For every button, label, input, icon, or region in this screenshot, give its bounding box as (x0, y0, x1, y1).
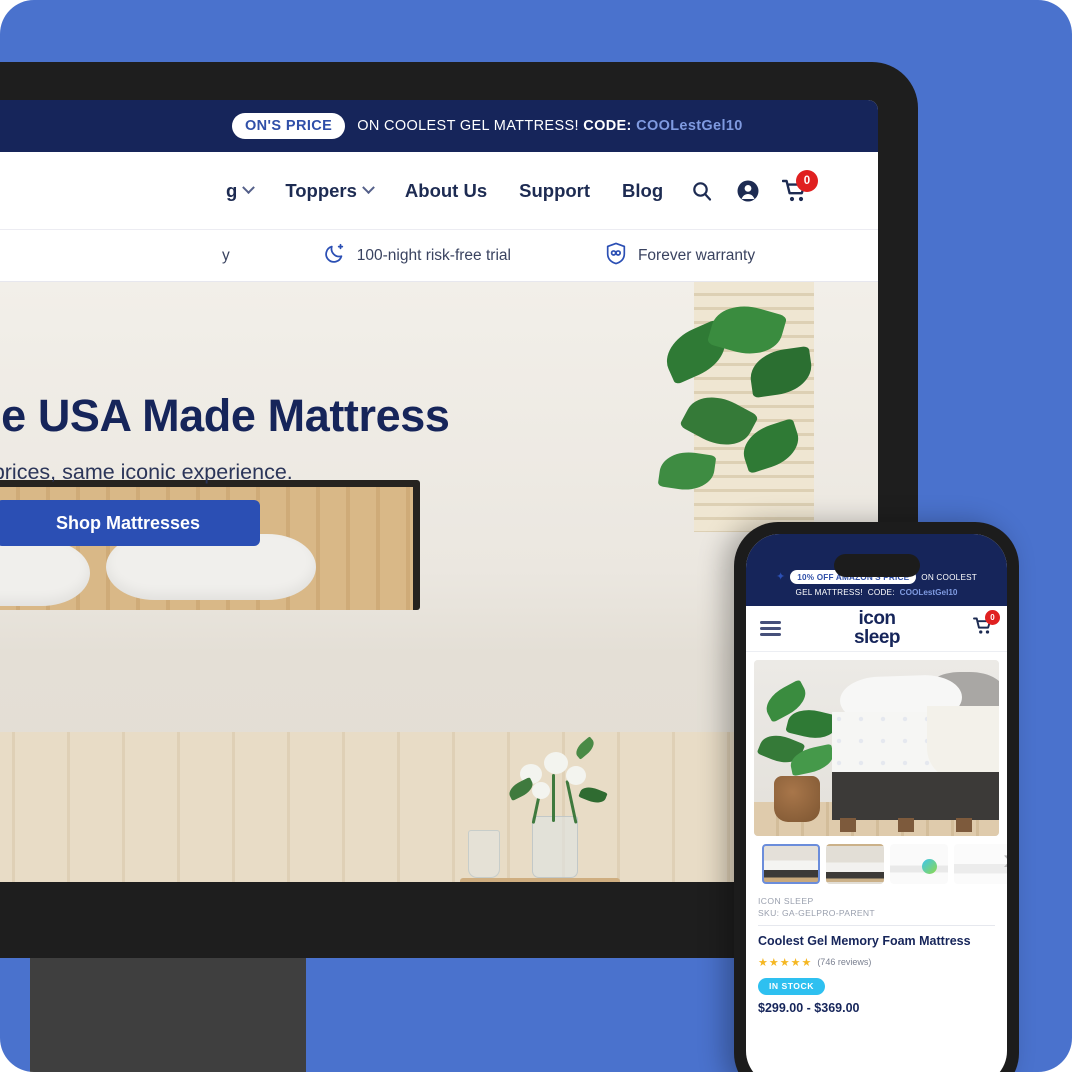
product-thumbnail-strip: › (754, 836, 1007, 884)
thumbnail-2[interactable] (826, 844, 884, 884)
shield-infinity-icon (605, 242, 627, 270)
trust-item-warranty: Forever warranty (605, 242, 755, 270)
account-icon[interactable] (736, 179, 760, 203)
cart-icon[interactable]: 0 (782, 169, 818, 203)
phone-promo-line1: ON COOLEST (921, 572, 977, 582)
hero-title: ordable USA Made Mattress (0, 390, 450, 441)
phone-product-gallery: › (746, 652, 1007, 884)
nav-icon-group: 0 (690, 169, 818, 203)
nav-item-label: About Us (404, 179, 488, 201)
hero-glass (468, 830, 500, 878)
tag-icon: ✦ (776, 570, 786, 583)
phone-promo-code-label: CODE: (867, 588, 895, 597)
phone-screen: ✦ 10% OFF AMAZON'S PRICE ON COOLEST GEL … (746, 534, 1007, 1072)
trust-label: 100-night risk-free trial (356, 246, 511, 264)
product-rating[interactable]: ★★★★★ (746 reviews) (758, 956, 995, 969)
thumbnail-3[interactable] (890, 844, 948, 884)
nav-item-blog[interactable]: Blog (622, 180, 663, 202)
review-count: (746 reviews) (817, 957, 872, 968)
hero-vase (532, 816, 578, 878)
moon-icon (324, 242, 346, 269)
gallery-next-arrow-icon[interactable]: › (1003, 845, 1007, 875)
phone-header: icon sleep 0 (746, 606, 1007, 652)
nav-item-about-us[interactable]: About Us (405, 180, 487, 202)
promo-discount-badge: ON'S PRICE (232, 113, 346, 139)
promo-code-label: CODE: (583, 118, 632, 134)
product-image-plant (756, 679, 839, 824)
nav-item-toppers[interactable]: Toppers (285, 179, 375, 202)
nav-item-label: Toppers (285, 179, 357, 201)
phone-cart-icon[interactable]: 0 (973, 610, 1000, 640)
shop-mattresses-button[interactable]: Shop Mattresses (0, 500, 260, 546)
trust-item-cut: y (222, 247, 230, 265)
divider (758, 925, 995, 926)
chevron-down-icon (242, 181, 256, 195)
trust-item-trial: 100-night risk-free trial (324, 242, 511, 269)
hamburger-menu-icon[interactable] (760, 621, 781, 636)
nav-item-support[interactable]: Support (519, 180, 590, 202)
product-title: Coolest Gel Memory Foam Mattress (758, 934, 971, 948)
chevron-down-icon (362, 181, 375, 195)
logo-line-2: sleep (853, 626, 901, 648)
hero-plant (654, 297, 834, 532)
nav-item-bedding[interactable]: g (226, 179, 256, 202)
product-brand: ICON SLEEP (758, 896, 814, 906)
phone-promo-line2: GEL MATTRESS! (795, 588, 863, 597)
hero-subtitle: -dropping prices, same iconic experience… (0, 460, 293, 484)
desktop-navbar: g Toppers About Us Support Blog 0 (0, 152, 878, 230)
promo-code-value: COOLestGel10 (636, 118, 743, 134)
nav-item-label: Support (519, 179, 591, 201)
promo-message: ON COOLEST GEL MATTRESS! (357, 118, 579, 134)
phone-logo[interactable]: icon sleep (853, 608, 901, 648)
star-rating-icon: ★★★★★ (758, 956, 813, 969)
trust-bar: y 100-night risk-free trial Forever warr… (0, 230, 878, 282)
nav-item-label: g (226, 179, 238, 201)
thumbnail-1[interactable] (762, 844, 820, 884)
search-icon[interactable] (690, 179, 714, 203)
promo-text: ON COOLEST GEL MATTRESS! CODE: COOLestGe… (357, 118, 742, 134)
nav-links: g Toppers About Us Support Blog (226, 180, 663, 202)
product-sku: SKU: GA-GELPRO-PARENT (758, 908, 875, 918)
cart-count-badge: 0 (796, 169, 818, 192)
thumbnail-4[interactable] (954, 844, 1007, 884)
laptop-stand (30, 958, 306, 1072)
product-main-image[interactable] (754, 660, 999, 836)
trust-label: Forever warranty (637, 246, 756, 264)
trust-cut-label: y (222, 246, 230, 264)
phone-notch (833, 554, 920, 577)
phone-device: ✦ 10% OFF AMAZON'S PRICE ON COOLEST GEL … (734, 522, 1019, 1072)
product-price: $299.00 - $369.00 (758, 1000, 860, 1015)
screenshot-stage: ON'S PRICE ON COOLEST GEL MATTRESS! CODE… (0, 0, 1072, 1072)
logo-line-1: icon (858, 608, 896, 630)
stock-status-badge: IN STOCK (758, 977, 825, 995)
nav-item-label: Blog (622, 179, 664, 201)
hero-nightstand (460, 878, 620, 882)
desktop-promo-banner[interactable]: ON'S PRICE ON COOLEST GEL MATTRESS! CODE… (0, 100, 878, 152)
phone-product-info: ICON SLEEP SKU: GA-GELPRO-PARENT Coolest… (746, 884, 1007, 1015)
phone-cart-count-badge: 0 (985, 610, 1000, 625)
phone-promo-code: COOLestGel10 (899, 588, 958, 597)
